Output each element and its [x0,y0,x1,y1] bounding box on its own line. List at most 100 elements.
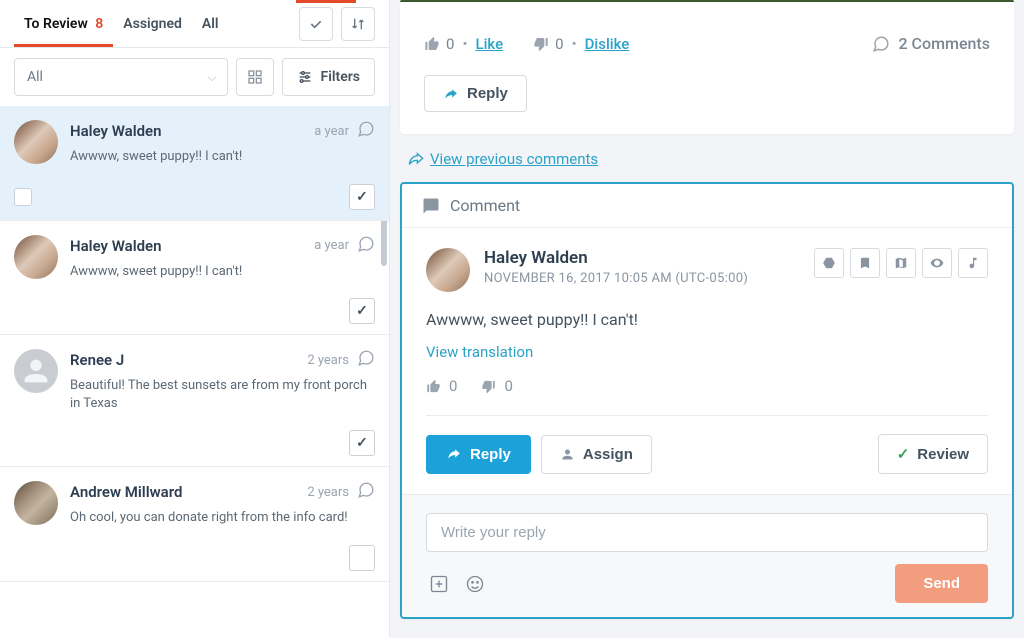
like-count: 0 [446,35,454,53]
list-item[interactable]: Renee J 2 years Beautiful! The best sunset… [0,335,389,467]
mark-checked-button[interactable] [299,7,333,41]
share-arrow-icon [408,151,424,167]
view-previous-comments[interactable]: View previous comments [400,148,1014,182]
list-item-text: Awwww, sweet puppy!! I can't! [70,148,375,166]
thumb-up-icon [426,379,441,394]
view-translation-link[interactable]: View translation [426,343,988,361]
message-list: Haley Walden a year Awwww, sweet puppy!! I… [0,106,389,638]
mark-reviewed-checkbox[interactable] [349,298,375,324]
filter-row: All ⌵ Filters [0,48,389,106]
list-item-time: 2 years [307,353,349,368]
comment-action-icons [814,248,988,278]
avatar [14,120,58,164]
comment-text: Awwww, sweet puppy!! I can't! [426,310,988,329]
list-item-meta: 2 years [307,349,375,371]
filters-button[interactable]: Filters [282,58,375,96]
comments-count-label: 2 Comments [898,34,990,53]
reply-button[interactable]: Reply [426,435,531,474]
speech-bubble-icon [357,481,375,503]
like-group: 0 • Like [424,35,503,53]
reply-button-label: Reply [470,446,511,463]
grid-view-button[interactable] [236,58,274,96]
list-item-name: Andrew Millward [70,483,182,501]
mark-reviewed-checkbox[interactable] [349,184,375,210]
tab-count: 8 [95,16,103,32]
person-icon [560,447,575,462]
downvote-count: 0 [504,377,512,395]
add-attachment-button[interactable] [426,571,452,597]
assign-button-label: Assign [583,446,633,463]
list-item-text: Oh cool, you can donate right from the i… [70,509,375,527]
thumb-down-icon [533,36,549,52]
tag-icon[interactable] [814,248,844,278]
comment-upvote[interactable]: 0 [426,377,457,395]
dislike-count: 0 [555,35,563,53]
commenter-avatar [426,248,470,292]
emoji-button[interactable] [462,571,488,597]
map-icon[interactable] [886,248,916,278]
mark-reviewed-checkbox[interactable] [349,545,375,571]
dislike-group: 0 • Dislike [533,35,629,53]
list-item-name: Haley Walden [70,237,162,255]
thumb-up-icon [424,36,440,52]
avatar [14,481,58,525]
sort-button[interactable] [341,7,375,41]
list-item[interactable]: Andrew Millward 2 years Oh cool, you can d… [0,467,389,582]
reply-label: Reply [467,85,508,102]
list-item-name: Renee J [70,351,124,369]
reply-footer: Send [426,564,988,603]
check-icon: ✓ [897,445,910,463]
divider [426,415,988,416]
post-card: 0 • Like 0 • Dislike 2 Comments [400,0,1014,134]
list-item-time: a year [314,238,349,253]
comment-header: Comment [402,184,1012,228]
comment-date: NOVEMBER 16, 2017 10:05 AM (UTC-05:00) [484,271,748,286]
filter-select[interactable]: All ⌵ [14,58,228,96]
speech-bubble-icon [357,349,375,371]
review-button-label: Review [917,446,969,463]
speech-bubble-icon [357,235,375,257]
reply-arrow-icon [443,87,459,101]
select-item-checkbox[interactable] [14,188,32,206]
tab-assigned[interactable]: Assigned [113,2,192,46]
reply-input[interactable] [426,513,988,552]
tab-all[interactable]: All [192,2,229,46]
avatar [14,349,58,393]
reply-arrow-icon [446,447,462,461]
avatar [14,235,58,279]
list-item-text: Beautiful! The best sunsets are from my … [70,377,375,412]
filters-label: Filters [321,69,360,85]
thumb-down-icon [481,379,496,394]
comment-downvote[interactable]: 0 [481,377,512,395]
eye-off-icon[interactable] [922,248,952,278]
send-button[interactable]: Send [895,564,988,603]
post-reply-button[interactable]: Reply [424,75,527,112]
comment-actions: Reply Assign ✓ Review [426,434,988,474]
mark-reviewed-checkbox[interactable] [349,430,375,456]
chevron-down-icon: ⌵ [207,70,216,85]
comment-header-label: Comment [450,196,520,215]
review-button[interactable]: ✓ Review [878,434,988,474]
view-previous-link[interactable]: View previous comments [430,150,598,168]
main-panel: 0 • Like 0 • Dislike 2 Comments [390,0,1024,638]
post-actions-row: 0 • Like 0 • Dislike 2 Comments [400,24,1014,75]
list-item-time: 2 years [307,485,349,500]
assign-button[interactable]: Assign [541,435,652,474]
bookmark-icon[interactable] [850,248,880,278]
list-item-meta: a year [314,235,375,257]
comment-icon [872,35,890,53]
list-item[interactable]: Haley Waldena yearAwwww, sweet puppy!! I… [0,106,389,221]
filter-select-label: All [27,69,43,85]
list-item-meta: a year [314,120,375,142]
upvote-count: 0 [449,377,457,395]
tab-to-review[interactable]: To Review 8 [14,2,113,46]
list-item[interactable]: Haley Walden a year Awwww, sweet puppy!! I… [0,221,389,336]
speech-bubble-icon [357,120,375,142]
like-link[interactable]: Like [476,35,504,53]
comment-bubble-icon [422,197,440,215]
comments-count[interactable]: 2 Comments [872,34,990,53]
tabs-row: To Review 8 Assigned All [0,0,389,48]
list-item-text: Awwww, sweet puppy!! I can't! [70,263,375,281]
music-note-icon[interactable] [958,248,988,278]
dislike-link[interactable]: Dislike [585,35,630,53]
